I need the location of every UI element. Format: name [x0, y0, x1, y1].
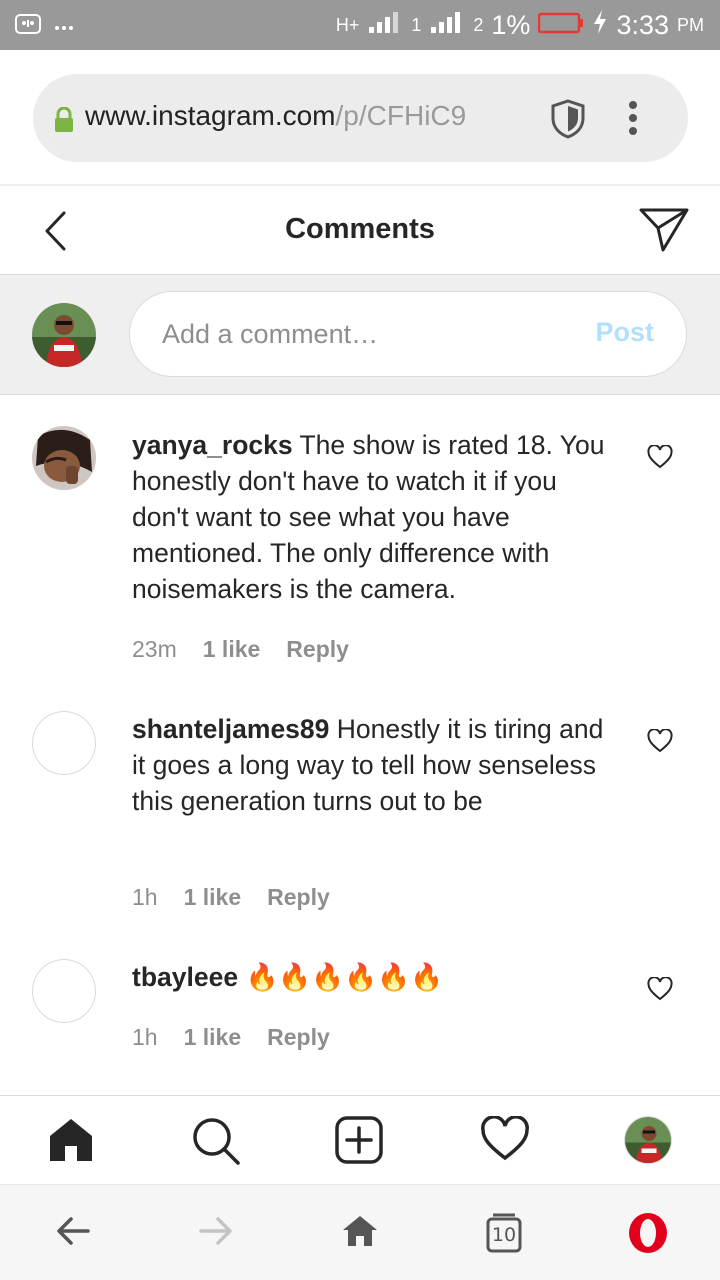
signal-icon	[367, 9, 403, 42]
instagram-bottom-nav	[0, 1095, 720, 1183]
browser-home-icon[interactable]	[341, 1213, 379, 1254]
battery-percent: 1%	[491, 10, 531, 40]
comment-time: 23m	[132, 636, 177, 662]
comment-username[interactable]: yanya_rocks	[132, 430, 293, 460]
browser-bottom-nav: 10	[0, 1184, 720, 1280]
comment-text: tbayleee 🔥🔥🔥🔥🔥🔥	[132, 959, 610, 995]
home-icon[interactable]	[47, 1116, 95, 1169]
comment-item: tbayleee 🔥🔥🔥🔥🔥🔥 1h 1 like Reply	[0, 944, 720, 1084]
comment-time: 1h	[132, 1024, 158, 1050]
like-heart-icon[interactable]	[647, 728, 673, 758]
comment-text: shanteljames89 Honestly it is tiring and…	[132, 711, 610, 819]
page-title: Comments	[285, 213, 435, 245]
avatar[interactable]	[32, 959, 96, 1023]
comment-text: yanya_rocks The show is rated 18. You ho…	[132, 427, 610, 607]
comments-header: Comments	[0, 188, 720, 275]
reply-button[interactable]: Reply	[286, 636, 349, 663]
search-icon[interactable]	[191, 1116, 241, 1171]
avatar[interactable]	[32, 426, 96, 490]
my-avatar	[32, 303, 96, 367]
comment-likes[interactable]: 1 like	[184, 884, 242, 911]
comment-username[interactable]: tbayleee	[132, 962, 238, 992]
new-post-icon[interactable]	[335, 1116, 383, 1169]
comment-time: 1h	[132, 884, 158, 910]
add-comment-bar: Post	[0, 275, 720, 395]
tab-count: 10	[491, 1224, 517, 1246]
sim-1-label: 1	[411, 15, 422, 35]
comment-meta: 23m 1 like Reply	[132, 636, 349, 663]
comment-likes[interactable]: 1 like	[203, 636, 261, 663]
lock-icon	[53, 106, 75, 138]
status-bar: H+ 1 2 1% 3:33 PM	[0, 0, 720, 50]
sim-2-label: 2	[473, 15, 484, 35]
address-bar[interactable]: www.instagram.com/p/CFHiC9	[33, 74, 688, 162]
tabs-button[interactable]: 10	[486, 1213, 522, 1253]
url-path: /p/CFHiC9	[335, 100, 467, 131]
comment-username[interactable]: shanteljames89	[132, 714, 329, 744]
screenshot-icon	[14, 12, 42, 41]
comment-input[interactable]	[162, 314, 562, 354]
more-dots-icon	[54, 18, 74, 36]
profile-avatar[interactable]	[624, 1116, 672, 1164]
forward-arrow-icon[interactable]	[198, 1213, 234, 1254]
comment-meta: 1h 1 like Reply	[132, 884, 330, 911]
network-type-1: H+	[335, 15, 360, 35]
menu-kebab-icon[interactable]	[628, 100, 638, 141]
reply-button[interactable]: Reply	[267, 884, 330, 911]
activity-heart-icon[interactable]	[480, 1115, 530, 1167]
comment-body: 🔥🔥🔥🔥🔥🔥	[238, 962, 444, 992]
clock-ampm: PM	[677, 15, 704, 35]
like-heart-icon[interactable]	[647, 976, 673, 1006]
clock-time: 3:33	[616, 10, 669, 40]
avatar[interactable]	[32, 711, 96, 775]
shield-icon[interactable]	[549, 98, 587, 145]
url-text[interactable]: www.instagram.com/p/CFHiC9	[85, 100, 525, 132]
comment-likes[interactable]: 1 like	[184, 1024, 242, 1051]
comment-item: shanteljames89 Honestly it is tiring and…	[0, 696, 720, 936]
reply-button[interactable]: Reply	[267, 1024, 330, 1051]
comment-item: yanya_rocks The show is rated 18. You ho…	[0, 396, 720, 696]
signal-icon	[429, 9, 465, 42]
battery-icon	[538, 10, 584, 41]
opera-menu-icon[interactable]	[627, 1211, 669, 1260]
comment-input-pill: Post	[129, 291, 687, 377]
direct-message-icon[interactable]	[638, 206, 690, 259]
browser-address-area: www.instagram.com/p/CFHiC9	[0, 50, 720, 186]
comment-meta: 1h 1 like Reply	[132, 1024, 330, 1051]
back-arrow-icon[interactable]	[55, 1213, 91, 1254]
url-host: www.instagram.com	[85, 100, 336, 131]
like-heart-icon[interactable]	[647, 444, 673, 474]
charging-icon	[592, 9, 608, 42]
post-button[interactable]: Post	[595, 317, 654, 348]
